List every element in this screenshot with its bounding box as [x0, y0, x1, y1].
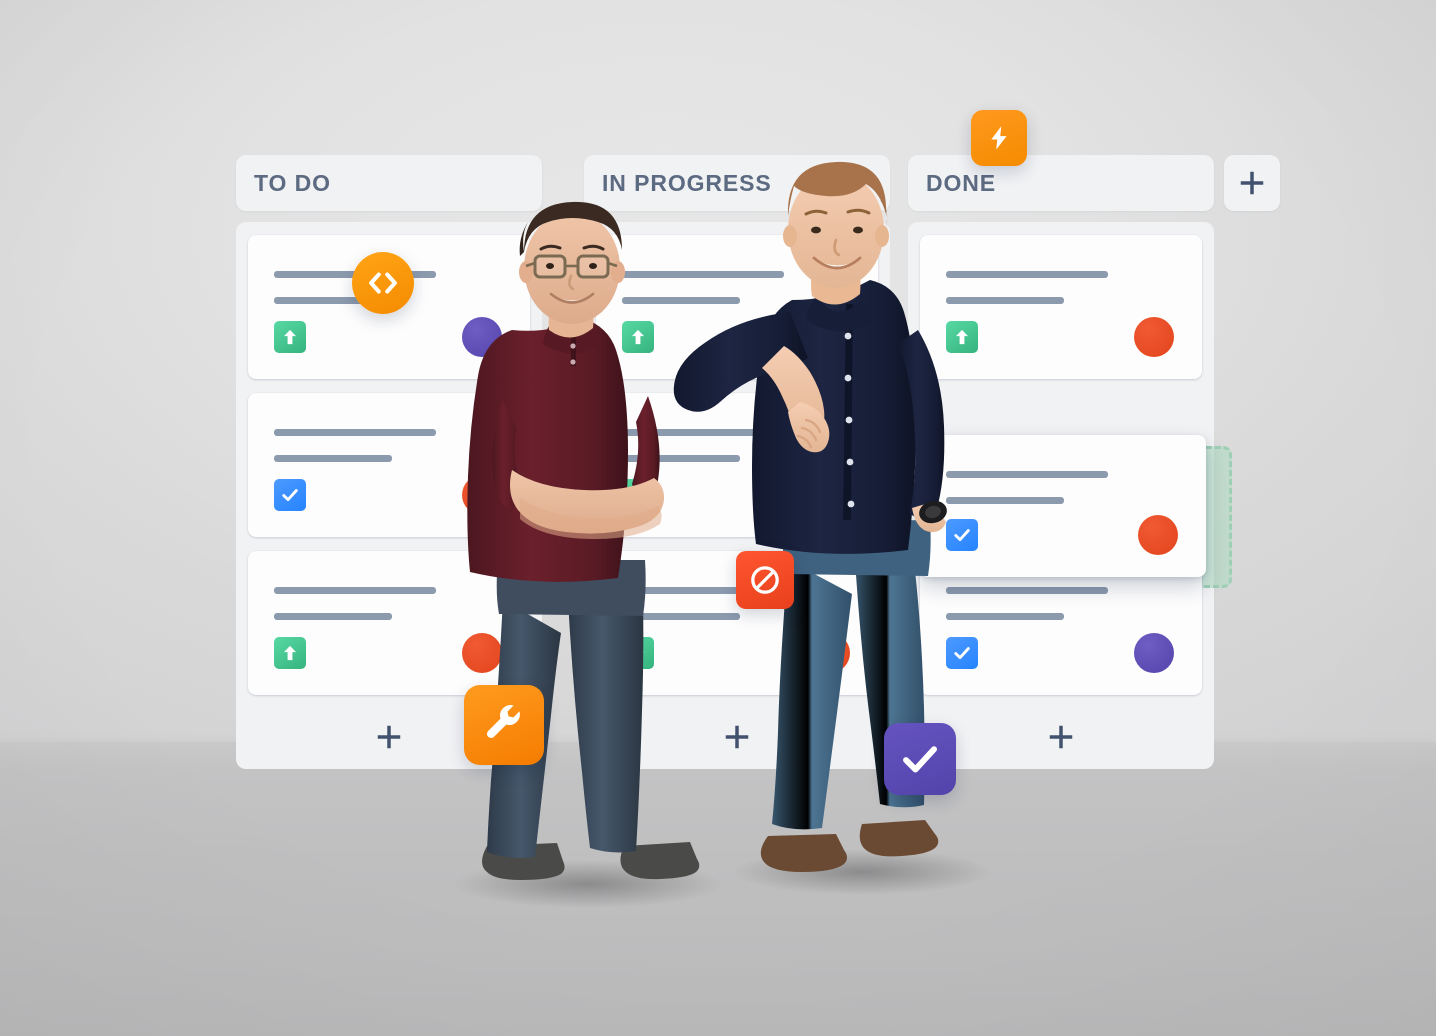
plus-icon [1240, 171, 1264, 195]
add-card-button-done[interactable] [920, 709, 1202, 765]
plus-icon [377, 725, 401, 749]
card-in-progress-2[interactable] [596, 393, 878, 537]
checkmark-icon [903, 746, 937, 773]
backdrop-floor [0, 742, 1436, 1036]
story-arrow-up-icon [274, 637, 306, 669]
floating-badge-blocked[interactable] [736, 551, 794, 609]
card-line-primary [946, 587, 1108, 594]
avatar[interactable] [810, 633, 850, 673]
column-body-in-progress [584, 222, 890, 769]
column-todo: TO DO [236, 155, 542, 769]
column-in-progress: IN PROGRESS [584, 155, 890, 769]
story-arrow-up-icon [274, 321, 306, 353]
task-check-icon [946, 637, 978, 669]
card-line-primary [274, 587, 436, 594]
card-line-secondary [622, 455, 740, 462]
story-arrow-up-icon [622, 637, 654, 669]
scene-root: TO DO IN PROGRESS DONE [0, 0, 1436, 1036]
column-title-todo: TO DO [254, 169, 331, 196]
floating-badge-wrench[interactable] [464, 685, 544, 765]
card-todo-2[interactable] [248, 393, 530, 537]
avatar[interactable] [1134, 633, 1174, 673]
add-card-button-in-progress[interactable] [596, 709, 878, 765]
avatar[interactable] [810, 475, 850, 515]
avatar[interactable] [810, 317, 850, 357]
column-done: DONE [908, 155, 1232, 769]
task-check-icon [274, 479, 306, 511]
card-line-secondary [946, 613, 1064, 620]
kanban-board: TO DO IN PROGRESS DONE [236, 155, 1280, 769]
card-line-primary [622, 271, 784, 278]
card-done-2-dragging[interactable] [920, 435, 1206, 577]
card-line-secondary [946, 297, 1064, 304]
lightning-bolt-icon [991, 126, 1007, 150]
floating-badge-code[interactable] [352, 252, 414, 314]
card-line-primary [946, 271, 1108, 278]
story-arrow-up-icon [622, 321, 654, 353]
code-brackets-icon [369, 272, 397, 294]
card-line-secondary [274, 613, 392, 620]
card-line-secondary [622, 613, 740, 620]
column-header-done[interactable]: DONE [908, 155, 1214, 211]
column-title-done: DONE [926, 169, 997, 196]
column-title-in-progress: IN PROGRESS [602, 169, 772, 196]
card-line-primary [946, 471, 1108, 478]
floating-badge-bolt[interactable] [971, 110, 1027, 166]
card-line-secondary [946, 497, 1064, 504]
add-column-button[interactable] [1224, 155, 1280, 211]
story-arrow-up-icon [946, 321, 978, 353]
card-line-primary [622, 429, 784, 436]
column-body-done [908, 222, 1232, 769]
avatar[interactable] [1134, 317, 1174, 357]
card-line-secondary [274, 455, 392, 462]
card-line-primary [274, 429, 436, 436]
blocked-no-entry-icon [751, 566, 779, 594]
wrench-icon [486, 705, 520, 739]
story-arrow-up-icon [622, 479, 654, 511]
avatar[interactable] [462, 317, 502, 357]
card-todo-3[interactable] [248, 551, 530, 695]
floating-badge-check[interactable] [884, 723, 956, 795]
card-in-progress-1[interactable] [596, 235, 878, 379]
task-check-icon [946, 519, 978, 551]
plus-icon [725, 725, 749, 749]
avatar[interactable] [462, 475, 502, 515]
column-header-in-progress[interactable]: IN PROGRESS [584, 155, 890, 211]
avatar[interactable] [1138, 515, 1178, 555]
card-line-secondary [622, 297, 740, 304]
column-header-todo[interactable]: TO DO [236, 155, 542, 211]
plus-icon [1049, 725, 1073, 749]
card-done-1[interactable] [920, 235, 1202, 379]
avatar[interactable] [462, 633, 502, 673]
